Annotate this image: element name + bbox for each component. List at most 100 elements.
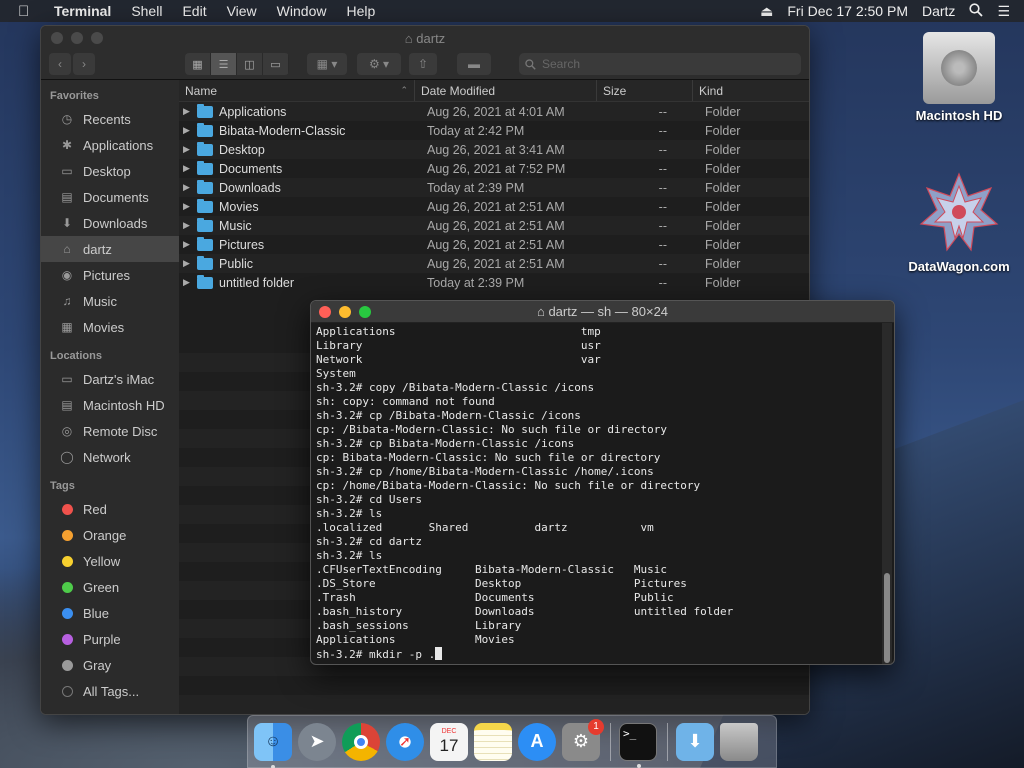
downloads-folder-icon[interactable]: ⬇	[676, 722, 714, 761]
forward-button[interactable]: ›	[73, 53, 95, 75]
tag-button-icon[interactable]: ▬	[457, 53, 491, 75]
gray-tag-dot-icon	[62, 659, 73, 671]
disclosure-triangle-icon[interactable]: ▶	[183, 239, 197, 250]
share-icon[interactable]: ⇧	[409, 53, 437, 75]
apple-menu-icon[interactable]: 	[18, 3, 38, 20]
disc-icon: ◎	[61, 424, 73, 438]
column-header-kind[interactable]: Kind	[693, 80, 809, 101]
file-kind: Folder	[705, 180, 741, 195]
column-view-icon[interactable]: ◫	[237, 53, 263, 75]
table-row[interactable]: ▶ Pictures Aug 26, 2021 at 2:51 AM -- Folder	[179, 235, 809, 254]
sidebar-tag-yellow[interactable]: Yellow	[41, 548, 179, 574]
folder-icon	[197, 217, 213, 232]
notification-center-icon[interactable]: ☰	[997, 3, 1010, 20]
column-header-name[interactable]: Name ⌃	[179, 80, 415, 101]
disclosure-triangle-icon[interactable]: ▶	[183, 277, 197, 288]
terminal-line: .DS_Store Desktop Pictures	[316, 577, 687, 590]
calendar-icon[interactable]: DEC 17	[430, 722, 468, 761]
terminal-titlebar[interactable]: ⌂ dartz — sh — 80×24	[311, 301, 894, 323]
finder-titlebar[interactable]: ⌂ dartz	[41, 26, 809, 50]
sidebar-tag-green[interactable]: Green	[41, 574, 179, 600]
menu-app-name[interactable]: Terminal	[54, 3, 111, 19]
table-row[interactable]: ▶ untitled folder Today at 2:39 PM -- Folder	[179, 273, 809, 292]
file-size: --	[658, 237, 667, 252]
app-store-icon[interactable]: A	[518, 722, 556, 761]
terminal-icon[interactable]: >_	[619, 722, 657, 768]
eject-icon[interactable]: ⏏	[760, 3, 773, 20]
sidebar-item-movies[interactable]: ▦ Movies	[41, 314, 179, 340]
menu-shell[interactable]: Shell	[131, 3, 162, 19]
disclosure-triangle-icon[interactable]: ▶	[183, 125, 197, 136]
finder-window-title: dartz	[416, 31, 446, 46]
sidebar-item-network[interactable]: ◯ Network	[41, 444, 179, 470]
sidebar-item-documents[interactable]: ▤ Documents	[41, 184, 179, 210]
table-row[interactable]: ▶ Music Aug 26, 2021 at 2:51 AM -- Folder	[179, 216, 809, 235]
disclosure-triangle-icon[interactable]: ▶	[183, 144, 197, 155]
sidebar-all-tags[interactable]: All Tags...	[41, 678, 179, 704]
spotlight-search-icon[interactable]	[969, 2, 984, 20]
chrome-icon[interactable]	[342, 722, 380, 761]
list-view-icon[interactable]: ☰	[211, 53, 237, 75]
terminal-prompt-line[interactable]: sh-3.2# mkdir -p .	[316, 647, 875, 662]
table-row[interactable]: ▶ Documents Aug 26, 2021 at 7:52 PM -- Folde…	[179, 159, 809, 178]
sidebar-item-desktop[interactable]: ▭ Desktop	[41, 158, 179, 184]
disclosure-triangle-icon[interactable]: ▶	[183, 201, 197, 212]
sidebar-item-pictures[interactable]: ◉ Pictures	[41, 262, 179, 288]
action-gear-icon[interactable]: ⚙ ▾	[357, 53, 401, 75]
disclosure-triangle-icon[interactable]: ▶	[183, 182, 197, 193]
terminal-line: sh-3.2# ls	[316, 549, 383, 562]
sidebar-tag-orange[interactable]: Orange	[41, 522, 179, 548]
file-date: Aug 26, 2021 at 3:41 AM	[427, 142, 565, 157]
rocket-icon[interactable]: ➤	[298, 722, 336, 761]
gallery-view-icon[interactable]: ▭	[263, 53, 289, 75]
terminal-output[interactable]: Applications tmp Library usr Network var Sy…	[311, 323, 880, 664]
sidebar-item-music[interactable]: ♫ Music	[41, 288, 179, 314]
desktop-icon-macintosh-hd[interactable]: Macintosh HD	[900, 32, 1018, 123]
sidebar-tag-blue[interactable]: Blue	[41, 600, 179, 626]
table-row[interactable]: ▶ Applications Aug 26, 2021 at 4:01 AM -- Fo…	[179, 102, 809, 121]
search-input[interactable]: Search	[519, 53, 801, 75]
sidebar-item-recents[interactable]: ◷ Recents	[41, 106, 179, 132]
sidebar-tag-gray[interactable]: Gray	[41, 652, 179, 678]
icon-view-icon[interactable]: ▦	[185, 53, 211, 75]
blue-tag-dot-icon	[62, 607, 73, 619]
text-cursor	[435, 647, 443, 660]
disclosure-triangle-icon[interactable]: ▶	[183, 163, 197, 174]
disclosure-triangle-icon[interactable]: ▶	[183, 258, 197, 269]
menu-window[interactable]: Window	[277, 3, 327, 19]
safari-icon[interactable]: ➚	[386, 722, 424, 761]
menu-edit[interactable]: Edit	[182, 3, 206, 19]
finder-icon[interactable]: ☺	[254, 722, 292, 768]
sidebar-item-remote-disc[interactable]: ◎ Remote Disc	[41, 418, 179, 444]
menu-user[interactable]: Dartz	[922, 3, 955, 19]
file-date: Today at 2:39 PM	[427, 180, 525, 195]
sidebar-tag-red[interactable]: Red	[41, 496, 179, 522]
gear-icon[interactable]: ⚙ 1	[562, 718, 604, 761]
table-row[interactable]: ▶ Public Aug 26, 2021 at 2:51 AM -- Folder	[179, 254, 809, 273]
terminal-scrollbar[interactable]	[882, 323, 892, 664]
trash-icon[interactable]	[720, 722, 758, 761]
disclosure-triangle-icon[interactable]: ▶	[183, 106, 197, 117]
table-row[interactable]: ▶ Bibata-Modern-Classic Today at 2:42 PM --…	[179, 121, 809, 140]
sidebar-item-downloads[interactable]: ⬇ Downloads	[41, 210, 179, 236]
menu-view[interactable]: View	[227, 3, 257, 19]
sidebar-item-applications[interactable]: ✱ Applications	[41, 132, 179, 158]
desktop-icon-datawagon[interactable]: DataWagon.com	[900, 172, 1018, 274]
table-row[interactable]: ▶ Movies Aug 26, 2021 at 2:51 AM -- Folder	[179, 197, 809, 216]
scrollbar-thumb[interactable]	[884, 573, 890, 663]
table-row[interactable]: ▶ Downloads Today at 2:39 PM -- Folder	[179, 178, 809, 197]
disclosure-triangle-icon[interactable]: ▶	[183, 220, 197, 231]
table-row[interactable]: ▶ Desktop Aug 26, 2021 at 3:41 AM -- Folder	[179, 140, 809, 159]
back-button[interactable]: ‹	[49, 53, 71, 75]
menu-help[interactable]: Help	[346, 3, 375, 19]
terminal-line: cp: /home/Bibata-Modern-Classic: No such…	[316, 479, 701, 492]
sidebar-item-dartz[interactable]: ⌂ dartz	[41, 236, 179, 262]
sidebar-item-imac[interactable]: ▭ Dartz's iMac	[41, 366, 179, 392]
notes-icon[interactable]	[474, 722, 512, 761]
sidebar-item-macintosh-hd[interactable]: ▤ Macintosh HD	[41, 392, 179, 418]
column-header-date[interactable]: Date Modified	[415, 80, 597, 101]
sidebar-tag-purple[interactable]: Purple	[41, 626, 179, 652]
column-header-size[interactable]: Size	[597, 80, 693, 101]
group-by-button[interactable]: ▦ ▾	[307, 53, 347, 75]
menu-clock[interactable]: Fri Dec 17 2:50 PM	[787, 3, 908, 19]
